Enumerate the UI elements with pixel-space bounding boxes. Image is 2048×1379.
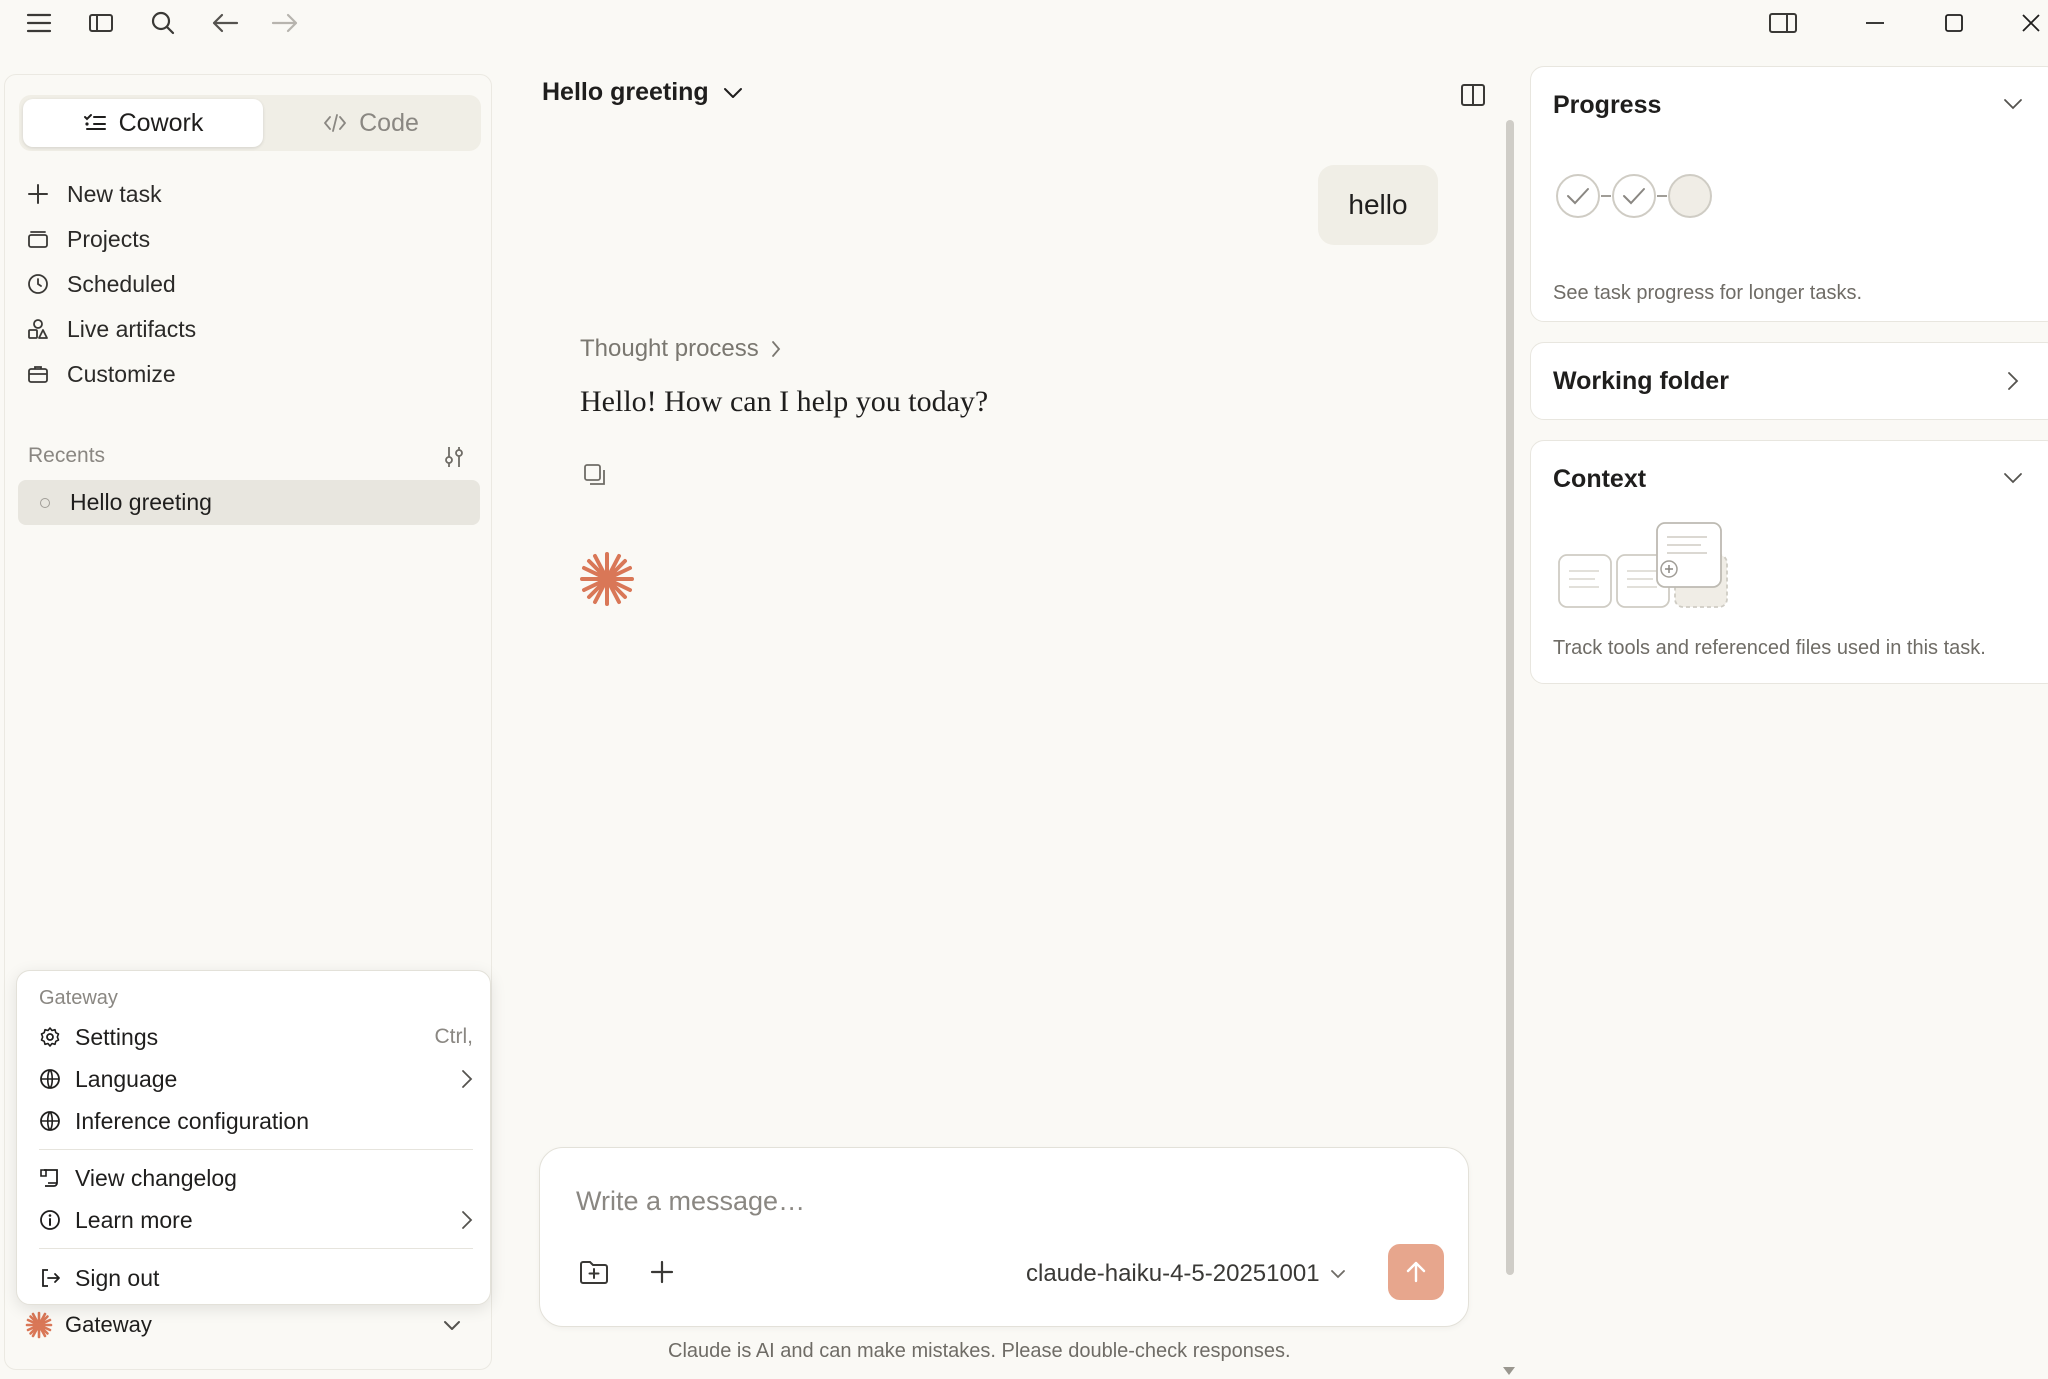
chevron-down-icon (443, 1319, 461, 1331)
context-files-illustration-icon (1557, 521, 1737, 611)
chevron-right-icon (2007, 371, 2019, 391)
filter-sliders-icon[interactable] (438, 441, 470, 473)
sidebar-item-new-task[interactable]: New task (27, 174, 467, 214)
settings-shortcut: Ctrl, (434, 1025, 474, 1048)
recents-label: Recents (28, 444, 106, 467)
title-bar (0, 0, 2048, 46)
assistant-message: Hello! How can I help you today? (580, 385, 989, 418)
account-menu: Gateway Settings Ctrl, Language Inferenc… (16, 970, 491, 1305)
send-button[interactable] (1388, 1244, 1444, 1300)
mode-switch: Cowork Code (19, 95, 481, 151)
maximize-window-icon[interactable] (1937, 6, 1971, 40)
sidebar-toggle-icon[interactable] (84, 6, 118, 40)
menu-header: Gateway (39, 987, 118, 1009)
context-description: Track tools and referenced files used in… (1553, 637, 1986, 659)
right-panel-toggle-icon[interactable] (1766, 6, 1800, 40)
info-icon (39, 1209, 61, 1231)
menu-divider (39, 1149, 473, 1150)
menu-item-learn-more[interactable]: Learn more (39, 1201, 473, 1239)
sign-out-icon (39, 1267, 61, 1289)
chevron-down-icon[interactable] (2003, 97, 2023, 111)
chat-scrollbar[interactable] (1506, 120, 1514, 1275)
search-icon[interactable] (146, 6, 180, 40)
task-list-icon (83, 112, 107, 134)
sidebar-item-live-artifacts[interactable]: Live artifacts (27, 309, 467, 349)
briefcase-icon (27, 363, 49, 385)
plus-icon (27, 183, 49, 205)
account-switcher[interactable]: Gateway (19, 1305, 479, 1345)
sidebar-item-projects[interactable]: Projects (27, 219, 467, 259)
tab-cowork[interactable]: Cowork (23, 99, 263, 147)
chevron-right-icon (461, 1069, 473, 1089)
chevron-right-icon (461, 1210, 473, 1230)
sidebar-item-customize[interactable]: Customize (27, 354, 467, 394)
tab-code[interactable]: Code (265, 99, 477, 147)
folder-stack-icon (27, 228, 49, 250)
progress-card: Progress See task progress for longer ta… (1530, 66, 2048, 322)
split-view-icon[interactable] (1456, 78, 1490, 112)
menu-item-view-changelog[interactable]: View changelog (39, 1159, 473, 1197)
close-window-icon[interactable] (2016, 6, 2046, 40)
recent-item[interactable]: Hello greeting (18, 480, 480, 525)
thought-process-toggle[interactable]: Thought process (580, 335, 781, 363)
chevron-down-icon[interactable] (2003, 471, 2023, 485)
scroll-icon (39, 1167, 61, 1189)
forward-arrow-icon[interactable] (268, 6, 302, 40)
menu-item-sign-out[interactable]: Sign out (39, 1259, 473, 1297)
working-folder-title: Working folder (1553, 367, 1729, 395)
message-composer: claude-haiku-4-5-20251001 (539, 1147, 1469, 1327)
clock-icon (27, 273, 49, 295)
chevron-right-icon (771, 340, 781, 358)
page-title: Hello greeting (542, 78, 709, 106)
gear-icon (39, 1026, 61, 1048)
menu-item-settings[interactable]: Settings Ctrl, (39, 1018, 473, 1056)
claude-spinner-icon (578, 550, 636, 608)
user-message-bubble: hello (1318, 165, 1438, 245)
copy-icon[interactable] (578, 458, 612, 492)
menu-item-language[interactable]: Language (39, 1060, 473, 1098)
arrow-up-icon (1405, 1260, 1427, 1284)
working-folder-card[interactable]: Working folder (1530, 342, 2048, 420)
globe-icon (39, 1110, 61, 1132)
chat-title-dropdown[interactable]: Hello greeting (542, 78, 743, 107)
progress-description: See task progress for longer tasks. (1553, 282, 1863, 304)
code-icon (323, 112, 347, 134)
claude-logo-icon (25, 1311, 53, 1339)
attach-plus-icon[interactable] (644, 1254, 680, 1290)
progress-title: Progress (1553, 91, 1662, 119)
disclaimer-text: Claude is AI and can make mistakes. Plea… (668, 1340, 1291, 1362)
progress-steps-icon (1555, 171, 1715, 221)
globe-icon (39, 1068, 61, 1090)
status-dot-icon (40, 497, 50, 508)
chevron-down-icon (723, 86, 743, 100)
sidebar-item-scheduled[interactable]: Scheduled (27, 264, 467, 304)
model-selector[interactable]: claude-haiku-4-5-20251001 (1026, 1254, 1346, 1294)
scroll-down-arrow-icon[interactable] (1502, 1366, 1516, 1376)
chevron-down-icon (1330, 1268, 1346, 1280)
minimize-window-icon[interactable] (1858, 6, 1892, 40)
add-folder-icon[interactable] (576, 1254, 612, 1290)
hamburger-menu-icon[interactable] (22, 6, 56, 40)
context-title: Context (1553, 465, 1647, 493)
menu-item-inference-configuration[interactable]: Inference configuration (39, 1102, 473, 1140)
back-arrow-icon[interactable] (208, 6, 242, 40)
context-card: Context Track tools and referenced files… (1530, 440, 2048, 684)
message-input[interactable] (576, 1178, 1416, 1224)
menu-divider (39, 1248, 473, 1249)
shapes-icon (27, 318, 49, 340)
